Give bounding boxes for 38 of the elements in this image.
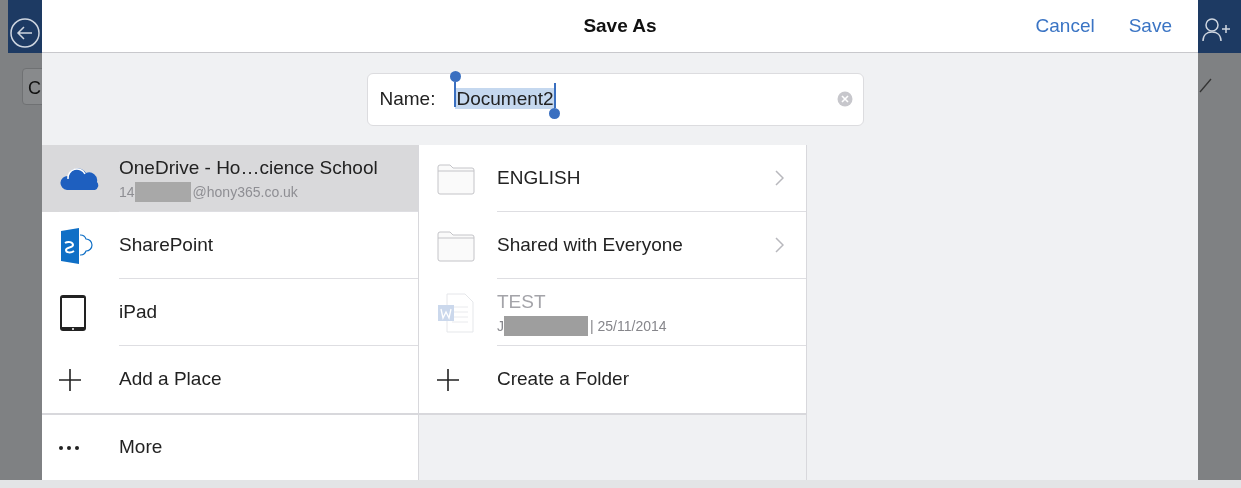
chevron-icon [775, 170, 784, 186]
item-title: Add a Place [119, 367, 222, 392]
item-subtitle: | 25/11/2014 [590, 317, 667, 336]
folder-icon [437, 229, 475, 262]
save-button[interactable]: Save [1128, 11, 1172, 41]
tablet-icon [59, 293, 87, 332]
item-subtitle: @hony365.co.uk [192, 183, 298, 202]
item-title: Shared with Everyone [497, 232, 683, 257]
place-item[interactable]: OneDrive - Ho…cience School 14 @hony365.co.uk [42, 145, 418, 212]
item-title: TEST [497, 289, 547, 314]
redaction-bar [134, 182, 191, 203]
back-icon[interactable] [9, 17, 41, 49]
item-title: iPad [119, 299, 158, 324]
item-title: OneDrive - Ho…cience School [119, 155, 378, 180]
field-label: Name: [379, 86, 436, 111]
plus-icon [437, 368, 459, 391]
word-document-icon [437, 292, 475, 333]
name-field[interactable]: Name: Document2 [366, 72, 864, 126]
item-title: Create a Folder [497, 367, 629, 392]
item-subtitle: J [497, 317, 504, 336]
place-item[interactable]: iPad [42, 279, 418, 346]
add-person-icon[interactable] [1202, 17, 1232, 43]
pencil-icon[interactable] [1198, 76, 1214, 94]
item-title: SharePoint [119, 232, 213, 257]
item-title: ENGLISH [497, 165, 581, 190]
field-value: Document2 [455, 87, 555, 109]
cancel-button[interactable]: Cancel [1035, 11, 1095, 41]
item-subtitle: 14 [119, 183, 135, 202]
place-item[interactable]: More [42, 413, 418, 480]
folder-icon [437, 162, 475, 195]
place-item[interactable]: SharePoint [42, 212, 418, 279]
plus-icon [59, 368, 81, 391]
chevron-icon [775, 237, 784, 253]
cloud-icon [59, 165, 99, 192]
more-icon [59, 445, 79, 450]
place-item[interactable]: Add a Place [42, 346, 418, 413]
item-title: More [119, 435, 163, 460]
dialog-title: Save As [583, 13, 657, 38]
